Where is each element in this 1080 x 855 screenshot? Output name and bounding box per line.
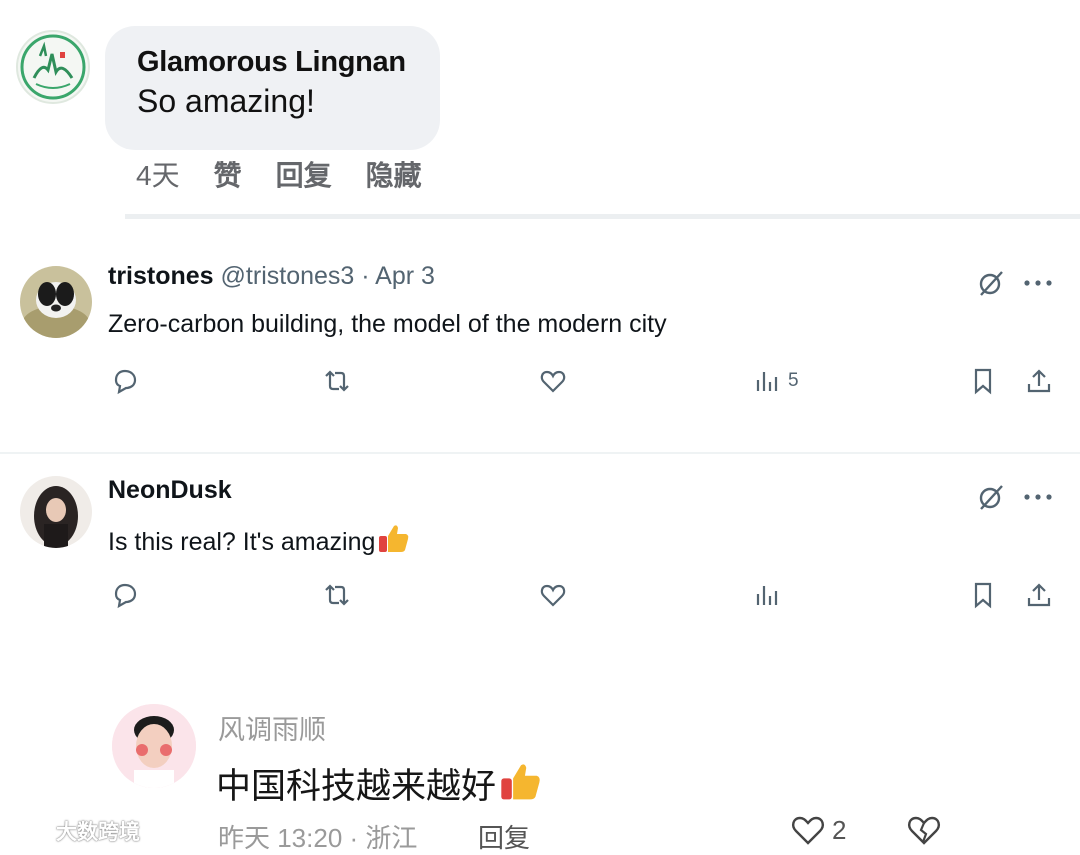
- comment-bubble: Glamorous Lingnan So amazing!: [105, 26, 440, 150]
- divider: [125, 214, 1080, 219]
- reply-button[interactable]: [110, 580, 140, 610]
- comment-author[interactable]: Glamorous Lingnan: [137, 46, 440, 79]
- comment-text: 中国科技越来越好: [216, 758, 544, 809]
- heart-icon: [792, 816, 824, 845]
- retweet-icon: [325, 584, 349, 606]
- like-icon: [540, 370, 566, 393]
- share-icon: [1027, 583, 1051, 607]
- reply-icon: [114, 583, 137, 609]
- comment-meta: 昨天 13:20 · 浙江: [218, 823, 418, 853]
- page-avatar[interactable]: [16, 30, 90, 104]
- tweet-header: tristones @tristones3 · Apr 3: [108, 262, 435, 291]
- retweet-button[interactable]: [322, 580, 352, 610]
- views-count: 5: [788, 370, 799, 391]
- comment-text-content: 中国科技越来越好: [216, 767, 497, 806]
- weibo-logo-icon: [8, 822, 52, 842]
- reply-button[interactable]: 回复: [478, 818, 530, 855]
- watermark: 大数跨境: [8, 816, 140, 846]
- views-icon: [756, 372, 778, 391]
- share-button[interactable]: [1024, 366, 1054, 396]
- thumbs-up-icon: [501, 764, 540, 800]
- lingnan-logo-icon: [20, 34, 86, 100]
- share-button[interactable]: [1024, 580, 1054, 610]
- avatar[interactable]: [112, 704, 196, 788]
- like-button[interactable]: 赞: [214, 154, 242, 194]
- bookmark-icon: [974, 368, 992, 395]
- watermark-text: 大数跨境: [56, 821, 140, 844]
- grok-icon[interactable]: [976, 482, 1006, 517]
- views-button[interactable]: 5: [752, 366, 799, 396]
- comment-actions: 4天 赞 回复 隐藏: [136, 152, 422, 196]
- hide-button[interactable]: 隐藏: [366, 154, 422, 194]
- views-icon: [756, 586, 778, 605]
- tweet-header: NeonDusk: [108, 476, 232, 505]
- comment-time: 4天: [136, 160, 180, 191]
- reply-icon: [114, 369, 137, 395]
- grok-icon[interactable]: [976, 268, 1006, 303]
- tweet-text-content: Is this real? It's amazing: [108, 528, 376, 556]
- dog-avatar-icon: [20, 266, 92, 338]
- like-icon: [540, 584, 566, 607]
- retweet-icon: [325, 370, 349, 392]
- handle-and-date: @tristones3 · Apr 3: [213, 262, 435, 290]
- tweet-text: Zero-carbon building, the model of the m…: [108, 310, 667, 338]
- bookmark-button[interactable]: [968, 580, 998, 610]
- person-avatar-icon: [20, 476, 92, 548]
- like-button[interactable]: [538, 580, 568, 610]
- commenter-name[interactable]: 风调雨顺: [218, 708, 326, 747]
- tweet-actions: [0, 580, 1080, 620]
- avatar[interactable]: [20, 266, 92, 338]
- thumbs-up-icon: [379, 525, 409, 552]
- reply-button[interactable]: [110, 366, 140, 396]
- person-avatar-icon: [112, 704, 196, 788]
- dislike-button[interactable]: [906, 814, 942, 851]
- display-name[interactable]: NeonDusk: [108, 476, 232, 504]
- views-button[interactable]: [752, 580, 782, 610]
- tweet-text: Is this real? It's amazing: [108, 522, 411, 557]
- retweet-button[interactable]: [322, 366, 352, 396]
- divider: [0, 452, 1080, 454]
- avatar[interactable]: [20, 476, 92, 548]
- reply-button[interactable]: 回复: [276, 154, 332, 194]
- more-icon[interactable]: [1022, 488, 1054, 511]
- more-icon[interactable]: [1022, 274, 1054, 297]
- broken-heart-icon: [908, 816, 940, 845]
- bookmark-button[interactable]: [968, 366, 998, 396]
- display-name[interactable]: tristones: [108, 262, 214, 290]
- like-count: 2: [832, 814, 847, 845]
- tweet-actions: 5: [0, 366, 1080, 406]
- comment-text: So amazing!: [137, 83, 315, 119]
- like-button[interactable]: 2: [790, 814, 846, 846]
- share-icon: [1027, 369, 1051, 393]
- like-button[interactable]: [538, 366, 568, 396]
- bookmark-icon: [974, 582, 992, 609]
